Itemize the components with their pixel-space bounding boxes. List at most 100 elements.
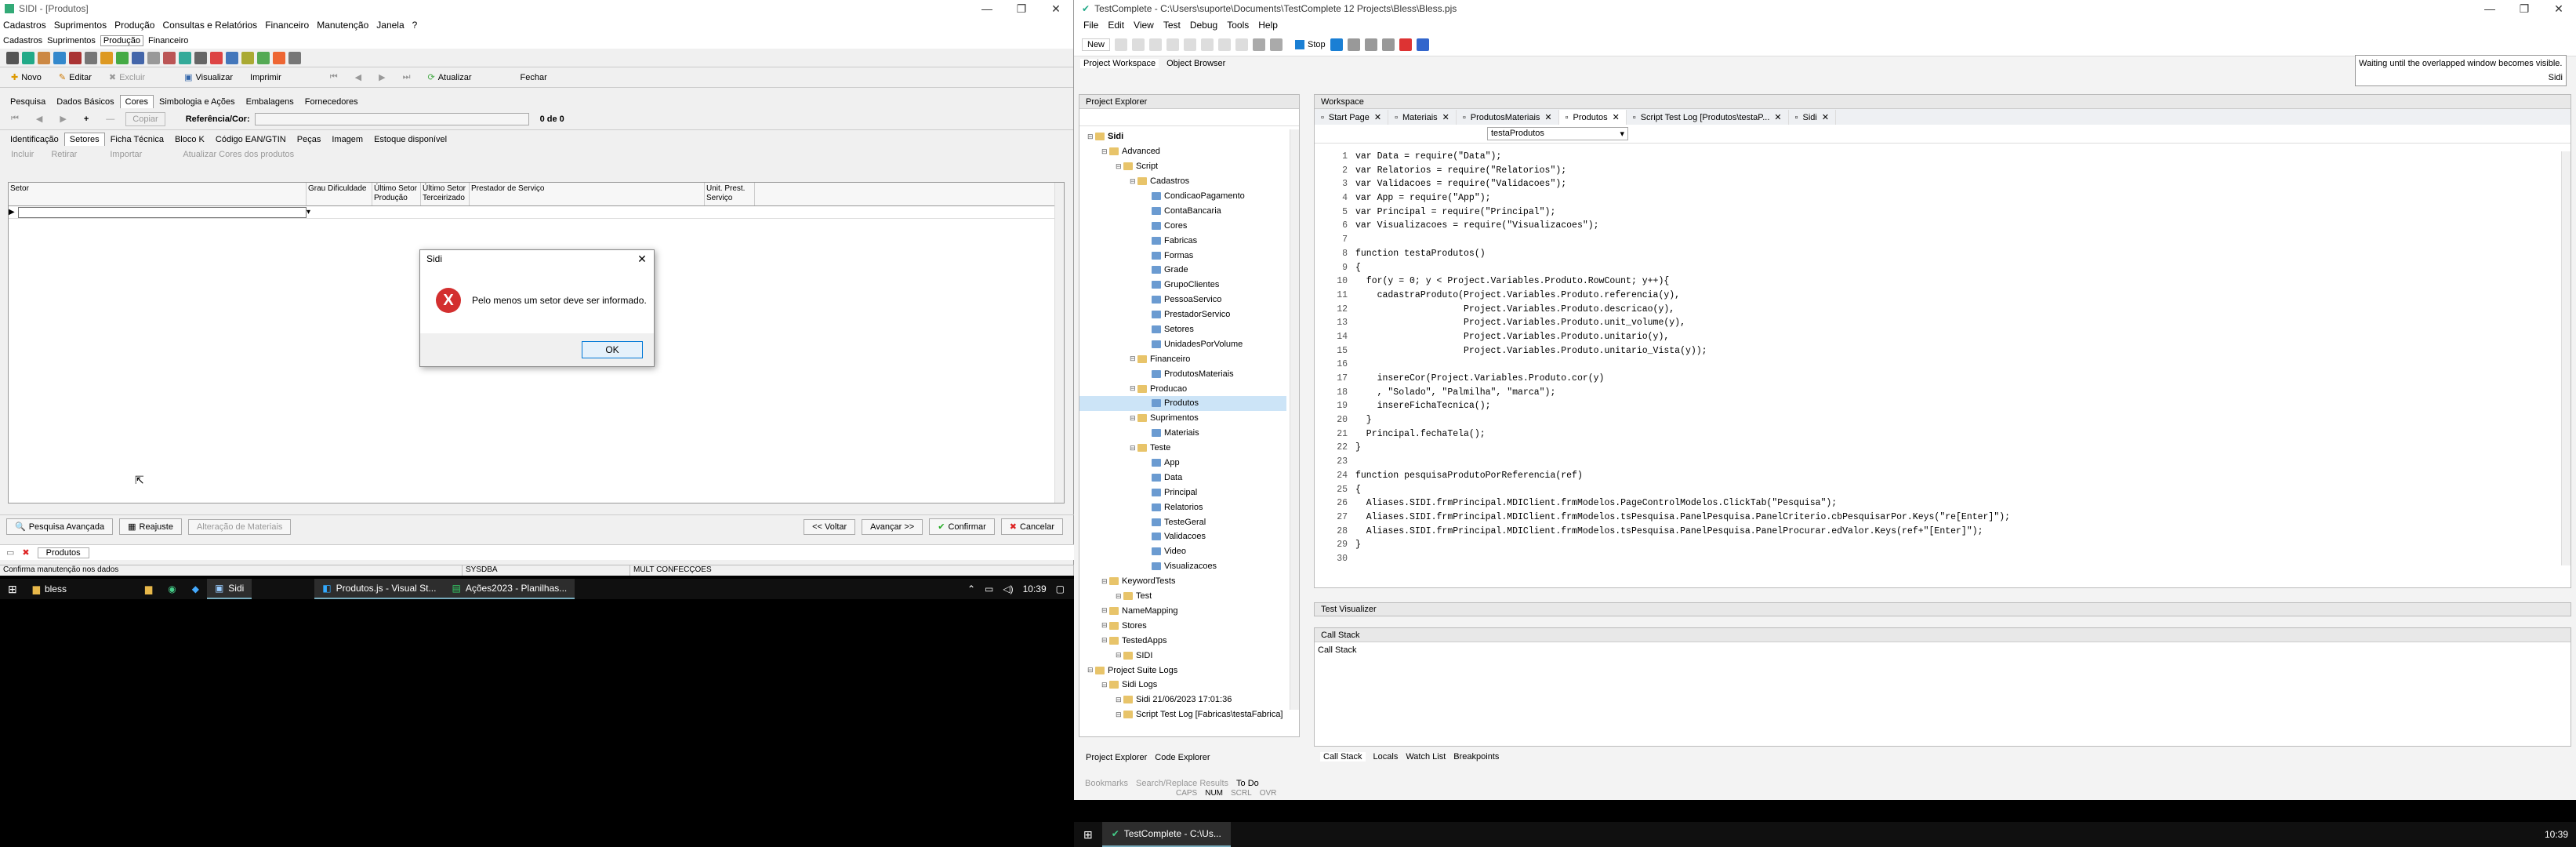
doc-tab[interactable]: ▫ Start Page ✕ (1315, 110, 1389, 125)
incluir-button[interactable]: Incluir (5, 148, 40, 161)
doc-tab-close-icon[interactable]: ✕ (1822, 112, 1829, 122)
tree-node[interactable]: Grade (1079, 263, 1286, 278)
menu-file[interactable]: File (1083, 20, 1098, 31)
nav-first-button[interactable]: ⏮ (324, 71, 344, 84)
start-button-right[interactable]: ⊞ (1074, 828, 1102, 842)
expand-icon[interactable]: ⊟ (1101, 577, 1109, 586)
menu-test[interactable]: Test (1163, 20, 1181, 31)
novo-button[interactable]: ✚ Novo (5, 71, 48, 84)
retirar-button[interactable]: Retirar (45, 148, 83, 161)
doc-tab-close-icon[interactable]: ✕ (1442, 112, 1449, 122)
module-tab-suprimentos[interactable]: Suprimentos (47, 36, 96, 45)
tab-embalagens[interactable]: Embalagens (241, 95, 299, 108)
dropdown-icon[interactable]: ▾ (307, 208, 314, 216)
ok-button[interactable]: OK (582, 341, 643, 358)
tray-arrow-icon[interactable]: ⌃ (967, 583, 975, 594)
menu-help[interactable]: ? (412, 20, 418, 31)
subtab-estoque[interactable]: Estoque disponível (368, 133, 452, 146)
editor-scrollbar[interactable] (2561, 151, 2571, 565)
tree-node[interactable]: ProdutosMateriais (1079, 366, 1286, 381)
col-ultimo-terceirizado[interactable]: Último Setor Terceirizado (421, 183, 470, 205)
settings-icon[interactable] (194, 51, 207, 64)
tree-node[interactable]: ⊟ KeywordTests (1079, 574, 1286, 589)
taskbar-item-vscode[interactable]: ◧ Produtos.js - Visual St... (314, 579, 444, 599)
module-tab-financeiro[interactable]: Financeiro (148, 36, 188, 45)
taskbar-item-sheets[interactable]: ▤ Ações2023 - Planilhas... (444, 579, 575, 599)
menu-consultas[interactable]: Consultas e Relatórios (162, 20, 257, 31)
doc-tab[interactable]: ▫ ProdutosMateriais ✕ (1457, 110, 1559, 125)
subtab-identificacao[interactable]: Identificação (5, 133, 64, 146)
stop-button[interactable]: Stop (1295, 39, 1326, 49)
expand-icon[interactable]: ⊟ (1101, 681, 1109, 689)
tree-node[interactable]: ContaBancaria (1079, 203, 1286, 218)
expand-icon[interactable]: ⊟ (1116, 651, 1123, 660)
grid-icon[interactable] (22, 51, 34, 64)
new-button[interactable]: New (1082, 38, 1111, 51)
tab-project-workspace[interactable]: Project Workspace (1080, 59, 1159, 68)
col-setor[interactable]: Setor (9, 183, 307, 205)
subtab-ficha-tecnica[interactable]: Ficha Técnica (105, 133, 169, 146)
tree-node[interactable]: ⊟ Test (1079, 589, 1286, 604)
tree-scrollbar[interactable] (1290, 129, 1299, 710)
tab-dados-basicos[interactable]: Dados Básicos (51, 95, 119, 108)
expand-icon[interactable]: ⊟ (1130, 444, 1137, 453)
step-over-icon[interactable] (1364, 38, 1377, 51)
tab-todo[interactable]: To Do (1236, 779, 1259, 788)
col-prestador[interactable]: Prestador de Serviço (470, 183, 705, 205)
doc-tab[interactable]: ▫ Sidi ✕ (1789, 110, 1837, 125)
expand-icon[interactable]: ⊟ (1101, 606, 1109, 615)
taskbar-pinned-explorer[interactable]: ▆ (137, 579, 160, 599)
tree-node[interactable]: ⊟ Teste (1079, 441, 1286, 456)
tab-pesquisa[interactable]: Pesquisa (5, 95, 51, 108)
menu-tools[interactable]: Tools (1227, 20, 1249, 31)
tree-node[interactable]: PessoaServico (1079, 293, 1286, 307)
tool-icon[interactable] (69, 51, 82, 64)
confirmar-button[interactable]: ✔ Confirmar (929, 518, 995, 535)
volume-icon[interactable]: ◁) (1003, 583, 1013, 594)
undo-icon[interactable] (1149, 38, 1163, 51)
nav-next-button[interactable]: ▶ (372, 71, 391, 84)
test-visualizer-bar[interactable]: Test Visualizer (1314, 602, 2571, 616)
mdi-close-icon[interactable]: ✖ (22, 547, 29, 558)
routine-select[interactable]: testaProdutos ▾ (1487, 127, 1628, 140)
pause-icon[interactable] (1330, 38, 1343, 51)
tc-close-icon[interactable]: ✕ (2542, 2, 2576, 16)
run-icon[interactable] (1270, 38, 1283, 51)
network-icon[interactable]: ▭ (985, 583, 993, 594)
clock[interactable]: 10:39 (1023, 583, 1047, 594)
tab-fornecedores[interactable]: Fornecedores (299, 95, 364, 108)
spy-icon[interactable] (1399, 38, 1412, 51)
chart-icon[interactable] (132, 51, 144, 64)
report-icon[interactable] (116, 51, 129, 64)
subtab-imagem[interactable]: Imagem (326, 133, 368, 146)
menu-debug[interactable]: Debug (1190, 20, 1217, 31)
tree-node[interactable]: ⊟ Sidi 21/06/2023 17:01:36 (1079, 693, 1286, 707)
tree-node[interactable]: ⊟ Stores (1079, 618, 1286, 633)
doc-tab-close-icon[interactable]: ✕ (1374, 112, 1381, 122)
taskbar-item-bless[interactable]: ▆ bless (25, 579, 74, 599)
doc-tab[interactable]: ▫ Materiais ✕ (1388, 110, 1457, 125)
tab-watch-list[interactable]: Watch List (1406, 752, 1446, 762)
mdi-tab-produtos[interactable]: Produtos (37, 547, 89, 558)
expand-icon[interactable]: ⊟ (1101, 147, 1109, 156)
copiar-button[interactable]: Copiar (125, 111, 165, 126)
expand-icon[interactable]: ⊟ (1116, 162, 1123, 171)
subtab-pecas[interactable]: Peças (292, 133, 327, 146)
color-prev-button[interactable]: ◀ (30, 112, 49, 125)
color-next-button[interactable]: ▶ (53, 112, 72, 125)
tree-node[interactable]: ⊟ Producao (1079, 381, 1286, 396)
expand-icon[interactable]: ⊟ (1116, 711, 1123, 719)
col-grau[interactable]: Grau Dificuldade (307, 183, 372, 205)
tree-node[interactable]: ⊟ Sidi (1079, 129, 1286, 144)
tab-locals[interactable]: Locals (1373, 752, 1399, 762)
minimize-icon[interactable]: — (970, 2, 1004, 16)
tree-node[interactable]: ⊟ SIDI (1079, 648, 1286, 663)
expand-icon[interactable]: ⊟ (1130, 177, 1137, 186)
tree-node[interactable]: Data (1079, 470, 1286, 485)
taskbar-pinned-app[interactable]: ◆ (184, 579, 207, 599)
expand-icon[interactable]: ⊟ (1130, 354, 1137, 363)
module-tab-producao[interactable]: Produção (100, 35, 143, 46)
taskbar-item-sidi[interactable]: ▣ Sidi (206, 579, 252, 599)
calculator-icon[interactable] (226, 51, 238, 64)
menu-cadastros[interactable]: Cadastros (3, 20, 46, 31)
